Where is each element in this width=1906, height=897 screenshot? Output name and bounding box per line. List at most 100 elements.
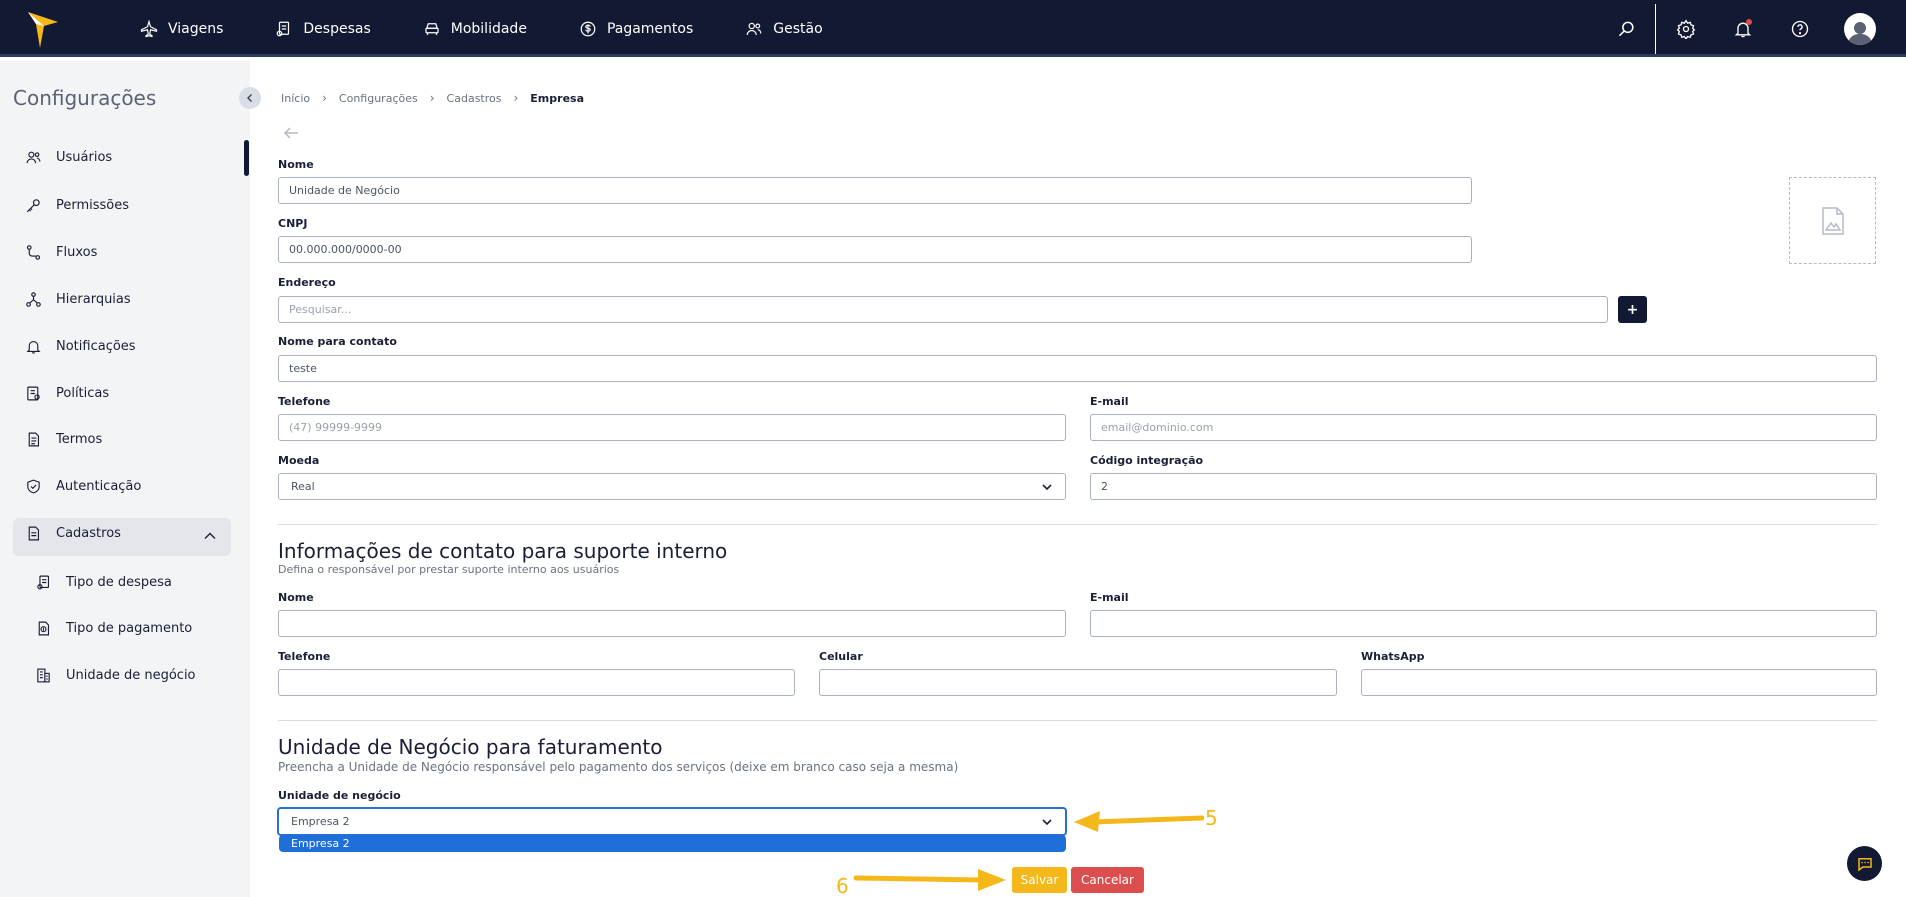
breadcrumb: Início › Configurações › Cadastros › Emp… [281,91,584,105]
suporte-telefone-input[interactable] [278,669,795,696]
sidebar-subitem-label: Tipo de pagamento [66,620,193,636]
sidebar-item-label: Notificações [56,338,136,354]
contato-input[interactable]: teste [278,355,1877,382]
sidebar-item-notificacoes[interactable]: Notificações [25,334,136,358]
section-divider [278,720,1877,721]
dollar-icon [580,21,596,36]
sidebar-item-termos[interactable]: Termos [25,427,102,451]
suporte-nome-input[interactable] [278,610,1066,637]
chat-icon [1857,857,1872,872]
nome-input[interactable]: Unidade de Negócio [278,177,1472,204]
moeda-select[interactable]: Real [278,473,1066,500]
image-placeholder-icon [1821,206,1844,235]
moeda-value: Real [291,480,315,493]
sidebar-subitem-tipo-despesa[interactable]: Tipo de despesa [35,570,172,594]
endereco-input[interactable]: Pesquisar... [278,296,1608,323]
suporte-email-input[interactable] [1090,610,1877,637]
sidebar-collapse-button[interactable] [239,87,261,109]
breadcrumb-empresa: Empresa [530,91,585,105]
telefone-input[interactable]: (47) 99999-9999 [278,414,1066,441]
sidebar-item-fluxos[interactable]: Fluxos [25,240,97,264]
receipt-icon [37,575,50,589]
nav-mobilidade[interactable]: Mobilidade [423,20,527,38]
sidebar: Configurações Usuários Permissões Fluxos… [0,60,261,897]
top-navbar: Viagens Despesas Mobilidade Pagamentos G… [0,0,1906,57]
shield-icon [27,479,40,493]
chevron-left-icon [247,94,252,102]
nav-label: Viagens [168,20,224,37]
unidade-negocio-select[interactable]: Empresa 2 [278,808,1066,835]
avatar-icon [1848,21,1872,45]
top-right-icons [1580,0,1906,57]
email-label: E-mail [1090,395,1129,408]
gear-icon[interactable] [1676,18,1696,39]
sidebar-item-permissoes[interactable]: Permissões [25,193,129,217]
top-divider [1655,3,1656,54]
add-endereco-button[interactable]: + [1618,296,1647,323]
suporte-celular-input[interactable] [819,669,1337,696]
nav-despesas[interactable]: Despesas [275,20,371,38]
sidebar-group-cadastros[interactable]: Cadastros [13,518,231,556]
breadcrumb-separator: › [429,91,435,105]
payment-doc-icon [38,621,50,635]
suporte-title: Informações de contato para suporte inte… [278,539,728,563]
sidebar-item-usuarios[interactable]: Usuários [25,145,112,169]
users-icon [26,151,41,163]
building-icon [37,668,50,682]
sidebar-item-label: Autenticação [56,478,142,494]
sidebar-item-label: Termos [56,431,103,447]
sidebar-group-header: Cadastros [25,525,121,542]
avatar[interactable] [1844,12,1876,45]
back-arrow-icon[interactable] [282,124,300,142]
breadcrumb-configuracoes[interactable]: Configurações [339,92,418,105]
bell-icon [26,340,41,353]
sidebar-item-label: Fluxos [56,244,98,260]
main-nav: Viagens Despesas Mobilidade Pagamentos G… [140,0,875,57]
suporte-whatsapp-input[interactable] [1361,669,1877,696]
help-icon[interactable] [1790,19,1810,39]
search-icon[interactable] [1617,19,1637,39]
annotation-step-5: 5 [1205,806,1218,830]
sidebar-title: Configurações [13,86,157,110]
suporte-celular-label: Celular [819,650,863,663]
nav-gestao[interactable]: Gestão [745,20,823,38]
suporte-nome-label: Nome [278,591,314,604]
save-button[interactable]: Salvar [1012,867,1067,893]
annotation-step-6: 6 [836,874,849,897]
nome-label: Nome [278,158,314,171]
sidebar-subitem-unidade-negocio[interactable]: Unidade de negócio [35,663,196,687]
breadcrumb-inicio[interactable]: Início [281,92,310,105]
logo-icon[interactable] [28,12,58,48]
nav-pagamentos[interactable]: Pagamentos [579,20,693,38]
chat-support-button[interactable] [1847,846,1882,881]
cnpj-input[interactable]: 00.000.000/0000-00 [278,236,1472,263]
sidebar-item-hierarquias[interactable]: Hierarquias [25,287,131,311]
sidebar-item-autenticacao[interactable]: Autenticação [25,474,141,498]
faturamento-subtitle: Preencha a Unidade de Negócio responsáve… [278,760,959,774]
sidebar-item-politicas[interactable]: Políticas [25,381,109,405]
sidebar-item-label: Políticas [56,385,110,401]
dropdown-option-highlighted[interactable]: Empresa 2 [279,835,1066,852]
sidebar-subitem-label: Tipo de despesa [66,574,172,590]
policy-icon [27,386,40,400]
unidade-negocio-label: Unidade de negócio [278,789,401,802]
breadcrumb-cadastros[interactable]: Cadastros [447,92,502,105]
faturamento-title: Unidade de Negócio para faturamento [278,735,663,759]
car-icon [425,22,439,35]
flow-icon [26,244,41,260]
annotation-arrow-left-icon [1074,811,1204,832]
nav-label: Gestão [773,20,823,37]
notifications[interactable] [1733,18,1753,39]
notification-dot [1746,18,1752,25]
sidebar-subitem-tipo-pagamento[interactable]: Tipo de pagamento [35,616,192,640]
unidade-negocio-value: Empresa 2 [291,815,350,828]
cnpj-label: CNPJ [278,217,308,230]
sidebar-active-indicator [244,140,249,176]
plane-icon [140,19,158,37]
logo-upload[interactable] [1789,177,1876,264]
sidebar-group-label: Cadastros [56,526,121,541]
codigo-input[interactable]: 2 [1090,473,1877,500]
email-input[interactable]: email@dominio.com [1090,414,1877,441]
nav-viagens[interactable]: Viagens [140,19,224,38]
cancel-button[interactable]: Cancelar [1071,867,1144,893]
